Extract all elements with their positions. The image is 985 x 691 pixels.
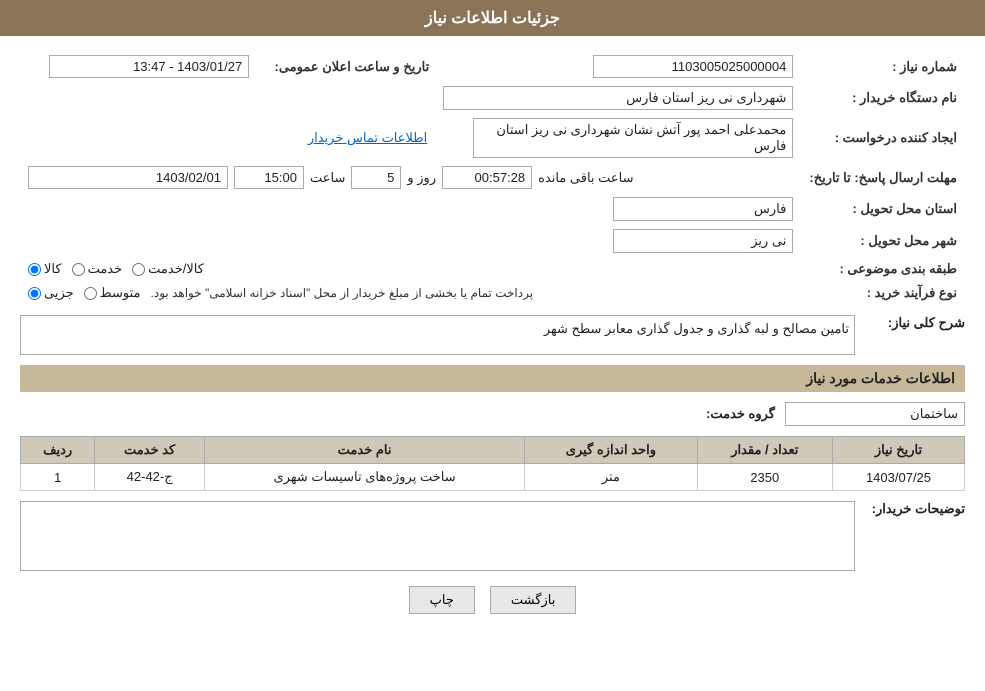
announce-date-label: تاریخ و ساعت اعلان عمومی: — [257, 51, 437, 82]
time-label: ساعت — [310, 170, 345, 186]
group-service-row: ساختمان گروه خدمت: — [20, 402, 965, 426]
basic-info-table: شماره نیاز : 1103005025000004 تاریخ و سا… — [20, 51, 965, 305]
remaining-label: ساعت باقی مانده — [538, 170, 633, 186]
subject-radio-kala-khedmat[interactable] — [132, 263, 145, 276]
subject-option-kala: کالا — [28, 261, 62, 277]
main-content: شماره نیاز : 1103005025000004 تاریخ و سا… — [0, 36, 985, 639]
services-table: تاریخ نیاز تعداد / مقدار واحد اندازه گیر… — [20, 436, 965, 491]
group-service-field: ساختمان — [785, 402, 965, 426]
remaining-time-field: 00:57:28 — [442, 166, 532, 189]
col-need-date: تاریخ نیاز — [833, 437, 965, 464]
buyer-org-label: نام دستگاه خریدار : — [801, 82, 965, 114]
days-label: روز و — [407, 170, 436, 186]
col-service-name: نام خدمت — [205, 437, 525, 464]
announce-date-value-cell: 1403/01/27 - 13:47 — [20, 51, 257, 82]
group-service-label: گروه خدمت: — [706, 406, 775, 422]
page-header: جزئیات اطلاعات نیاز — [0, 0, 985, 36]
subject-label: طبقه بندی موضوعی : — [801, 257, 965, 281]
need-number-field: 1103005025000004 — [593, 55, 793, 78]
process-radio-motavaset[interactable] — [84, 287, 97, 300]
page-wrapper: جزئیات اطلاعات نیاز شماره نیاز : 1103005… — [0, 0, 985, 691]
subject-option-khedmat: خدمت — [72, 261, 123, 277]
buyer-notes-field[interactable] — [20, 501, 855, 571]
need-number-label: شماره نیاز : — [801, 51, 965, 82]
process-row: پرداخت تمام یا بخشی از مبلغ خریدار از مح… — [28, 285, 793, 301]
need-description-row: شرح کلی نیاز: تامین مصالح و لبه گذاری و … — [20, 315, 965, 355]
subject-radio-kala[interactable] — [28, 263, 41, 276]
subject-radio-khedmat[interactable] — [72, 263, 85, 276]
process-note: پرداخت تمام یا بخشی از مبلغ خریدار از مح… — [151, 286, 534, 300]
need-number-value-cell: 1103005025000004 — [487, 51, 801, 82]
delivery-city-label: شهر محل تحویل : — [801, 225, 965, 257]
deadline-time-field: 15:00 — [234, 166, 304, 189]
send-date-label: مهلت ارسال پاسخ: تا تاریخ: — [801, 162, 965, 193]
cell-unit: متر — [525, 464, 697, 491]
services-section-header: اطلاعات خدمات مورد نیاز — [20, 365, 965, 392]
need-description-field: تامین مصالح و لبه گذاری و جدول گذاری معا… — [20, 315, 855, 355]
cell-service-code: ج-42-42 — [95, 464, 205, 491]
cell-need-date: 1403/07/25 — [833, 464, 965, 491]
delivery-province-label: استان محل تحویل : — [801, 193, 965, 225]
subject-value-cell: کالا/خدمت خدمت کالا — [20, 257, 801, 281]
delivery-city-field: نی ریز — [613, 229, 793, 253]
buyer-notes-label: توضیحات خریدار: — [865, 501, 965, 517]
process-value-cell: پرداخت تمام یا بخشی از مبلغ خریدار از مح… — [20, 281, 801, 305]
table-row: 1403/07/25 2350 متر ساخت پروژه‌های تاسیس… — [21, 464, 965, 491]
subject-khedmat-label: خدمت — [88, 261, 123, 277]
contact-link[interactable]: اطلاعات تماس خریدار — [308, 130, 427, 145]
delivery-province-value-cell: فارس — [20, 193, 801, 225]
deadline-date-field: 1403/02/01 — [28, 166, 228, 189]
col-service-code: کد خدمت — [95, 437, 205, 464]
col-row-num: ردیف — [21, 437, 95, 464]
col-unit: واحد اندازه گیری — [525, 437, 697, 464]
process-motavaset-label: متوسط — [100, 285, 141, 301]
requester-label: ایجاد کننده درخواست : — [801, 114, 965, 162]
requester-value-cell: محمدعلی احمد پور آتش نشان شهرداری نی ریز… — [437, 114, 801, 162]
requester-field: محمدعلی احمد پور آتش نشان شهرداری نی ریز… — [473, 118, 793, 158]
buyer-org-field: شهرداری نی ریز استان فارس — [443, 86, 793, 110]
print-button[interactable]: چاپ — [409, 586, 475, 614]
col-quantity: تعداد / مقدار — [697, 437, 832, 464]
cell-service-name: ساخت پروژه‌های تاسیسات شهری — [205, 464, 525, 491]
need-description-label: شرح کلی نیاز: — [865, 315, 965, 331]
page-title: جزئیات اطلاعات نیاز — [425, 10, 560, 27]
delivery-province-field: فارس — [613, 197, 793, 221]
cell-quantity: 2350 — [697, 464, 832, 491]
subject-kala-khedmat-label: کالا/خدمت — [148, 261, 204, 277]
process-radio-group: متوسط جزیی — [28, 285, 141, 301]
delivery-city-value-cell: نی ریز — [20, 225, 801, 257]
send-date-row: ساعت باقی مانده 00:57:28 روز و 5 ساعت 15… — [20, 162, 801, 193]
process-radio-jozii[interactable] — [28, 287, 41, 300]
process-option-jozii: جزیی — [28, 285, 74, 301]
subject-kala-label: کالا — [44, 261, 62, 277]
process-jozii-label: جزیی — [44, 285, 74, 301]
deadline-row: ساعت باقی مانده 00:57:28 روز و 5 ساعت 15… — [28, 166, 793, 189]
subject-radio-group: کالا/خدمت خدمت کالا — [28, 261, 793, 277]
process-option-motavaset: متوسط — [84, 285, 141, 301]
cell-row-num: 1 — [21, 464, 95, 491]
days-field: 5 — [351, 166, 401, 189]
subject-option-kala-khedmat: کالا/خدمت — [132, 261, 204, 277]
process-label: نوع فرآیند خرید : — [801, 281, 965, 305]
button-bar: بازگشت چاپ — [20, 576, 965, 624]
buyer-notes-row: توضیحات خریدار: — [20, 501, 965, 571]
buyer-org-value-cell: شهرداری نی ریز استان فارس — [20, 82, 801, 114]
announce-date-field: 1403/01/27 - 13:47 — [49, 55, 249, 78]
back-button[interactable]: بازگشت — [490, 586, 576, 614]
